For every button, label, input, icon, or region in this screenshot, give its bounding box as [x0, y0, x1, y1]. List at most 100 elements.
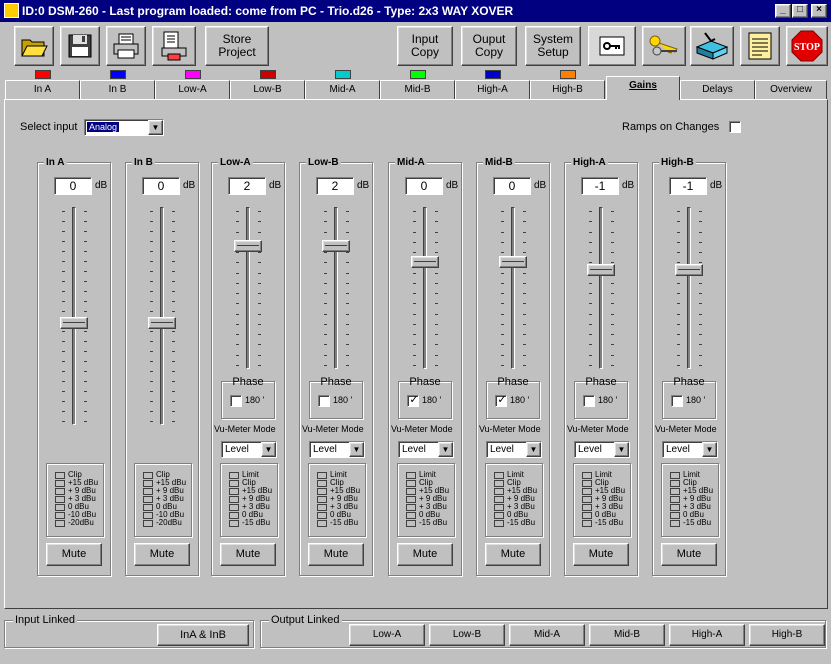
ramps-checkbox[interactable] — [729, 121, 741, 133]
mute-button[interactable]: Mute — [573, 543, 629, 566]
fader-tick — [62, 411, 65, 412]
mute-button[interactable]: Mute — [397, 543, 453, 566]
vu-mode-dropdown[interactable]: Level ▼ — [574, 441, 630, 458]
tab-gains[interactable]: Gains — [606, 76, 680, 100]
maximize-button[interactable]: □ — [792, 4, 808, 18]
fader-knob[interactable] — [148, 316, 176, 329]
fader-knob[interactable] — [322, 239, 350, 252]
stop-button[interactable]: STOP — [786, 26, 828, 66]
fader-tick — [346, 262, 349, 264]
keys-button[interactable] — [642, 26, 686, 66]
fader-tick — [501, 344, 504, 346]
tab-in-a[interactable]: In A — [5, 80, 80, 99]
gain-field[interactable]: 0 — [54, 177, 92, 195]
fader-knob[interactable] — [234, 239, 262, 252]
chevron-down-icon[interactable]: ▼ — [349, 442, 364, 457]
vu-mode-dropdown[interactable]: Level ▼ — [486, 441, 542, 458]
select-input-dropdown[interactable]: Analog ▼ — [84, 119, 164, 136]
tab-high-b[interactable]: High-B — [530, 80, 605, 99]
tab-overview[interactable]: Overview — [755, 80, 827, 99]
fader-knob[interactable] — [499, 256, 527, 269]
fader-tick — [435, 221, 438, 223]
chevron-down-icon[interactable]: ▼ — [614, 442, 629, 457]
fader-track[interactable] — [599, 207, 603, 369]
link-mid-b-button[interactable]: Mid-B — [589, 624, 665, 646]
fader-tick — [435, 344, 438, 346]
input-copy-button[interactable]: Input Copy — [397, 26, 453, 66]
mute-button[interactable]: Mute — [485, 543, 541, 566]
tab-low-a[interactable]: Low-A — [155, 80, 230, 99]
gain-field[interactable]: 0 — [142, 177, 180, 195]
mute-button[interactable]: Mute — [46, 543, 102, 566]
fader-track[interactable] — [687, 207, 691, 369]
phase-label: Phase — [673, 376, 705, 388]
gain-field[interactable]: -1 — [581, 177, 619, 195]
link-high-b-button[interactable]: High-B — [749, 624, 825, 646]
minimize-button[interactable]: _ — [775, 4, 791, 18]
vu-mode-dropdown[interactable]: Level ▼ — [398, 441, 454, 458]
output-copy-button[interactable]: Ouput Copy — [461, 26, 517, 66]
fader-tick — [413, 211, 416, 212]
key-lock-button[interactable] — [588, 26, 636, 66]
close-button[interactable]: × — [811, 4, 827, 18]
notes-button[interactable] — [740, 26, 780, 66]
gain-field[interactable]: 0 — [405, 177, 443, 195]
link-mid-a-button[interactable]: Mid-A — [509, 624, 585, 646]
mute-button[interactable]: Mute — [220, 543, 276, 566]
phase-180-checkbox[interactable]: ✓ — [495, 394, 507, 407]
chevron-down-icon[interactable]: ▼ — [438, 442, 453, 457]
fader-track[interactable] — [246, 207, 250, 369]
open-button[interactable] — [14, 26, 54, 66]
title-bar[interactable]: ID:0 DSM-260 - Last program loaded: come… — [0, 0, 831, 22]
vu-mode-dropdown[interactable]: Level ▼ — [309, 441, 365, 458]
fader-track[interactable] — [334, 207, 338, 369]
tab-mid-b[interactable]: Mid-B — [380, 80, 455, 99]
tab-in-b[interactable]: In B — [80, 80, 155, 99]
fader-track[interactable] — [511, 207, 515, 369]
store-project-button[interactable]: Store Project — [205, 26, 269, 66]
link-low-a-button[interactable]: Low-A — [349, 624, 425, 646]
device-connect-button[interactable] — [690, 26, 734, 66]
chevron-down-icon[interactable]: ▼ — [261, 442, 276, 457]
print-preview-button[interactable] — [152, 26, 196, 66]
phase-180-checkbox[interactable] — [318, 395, 330, 407]
fader-track[interactable] — [423, 207, 427, 369]
tab-high-a[interactable]: High-A — [455, 80, 530, 99]
gain-field[interactable]: 2 — [316, 177, 354, 195]
fader-knob[interactable] — [675, 264, 703, 277]
fader-tick — [236, 334, 239, 336]
fader-tick — [62, 401, 65, 402]
meter-scale-label: -15 dBu — [242, 518, 271, 527]
fader-tick — [699, 282, 702, 284]
link-low-b-button[interactable]: Low-B — [429, 624, 505, 646]
link-ina-inb-button[interactable]: InA & InB — [157, 624, 249, 646]
tab-delays[interactable]: Delays — [680, 80, 755, 99]
vu-mode-dropdown[interactable]: Level ▼ — [221, 441, 277, 458]
gain-field[interactable]: 0 — [493, 177, 531, 195]
phase-180-checkbox[interactable] — [230, 395, 242, 407]
system-setup-button[interactable]: System Setup — [525, 26, 581, 66]
gain-field[interactable]: 2 — [228, 177, 266, 195]
mute-button[interactable]: Mute — [134, 543, 190, 566]
phase-180-checkbox[interactable] — [583, 395, 595, 407]
chevron-down-icon[interactable]: ▼ — [148, 120, 163, 135]
fader-tick — [413, 241, 416, 243]
tab-mid-a[interactable]: Mid-A — [305, 80, 380, 99]
link-high-a-button[interactable]: High-A — [669, 624, 745, 646]
gain-field[interactable]: -1 — [669, 177, 707, 195]
phase-180-checkbox[interactable] — [671, 395, 683, 407]
fader-knob[interactable] — [411, 256, 439, 269]
mute-button[interactable]: Mute — [308, 543, 364, 566]
phase-180-checkbox[interactable]: ✓ — [407, 394, 419, 407]
vu-mode-dropdown[interactable]: Level ▼ — [662, 441, 718, 458]
meter-led — [494, 520, 504, 527]
chevron-down-icon[interactable]: ▼ — [702, 442, 717, 457]
print-button[interactable] — [106, 26, 146, 66]
chevron-down-icon[interactable]: ▼ — [526, 442, 541, 457]
fader-knob[interactable] — [587, 264, 615, 277]
fader-tick — [589, 365, 592, 366]
mute-button[interactable]: Mute — [661, 543, 717, 566]
fader-knob[interactable] — [60, 316, 88, 329]
save-button[interactable] — [60, 26, 100, 66]
tab-low-b[interactable]: Low-B — [230, 80, 305, 99]
